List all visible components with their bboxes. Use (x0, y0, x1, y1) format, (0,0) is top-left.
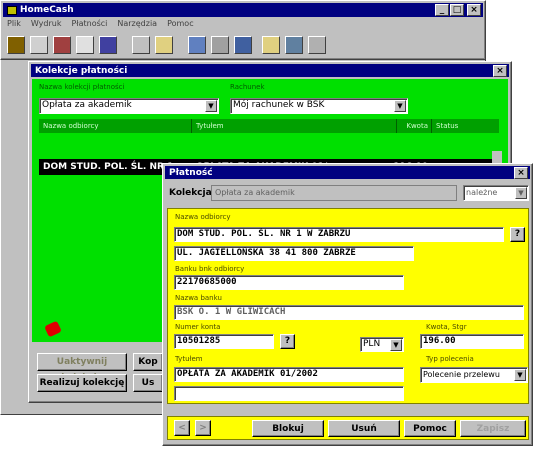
platnosc-titlebar[interactable]: Płatność × (165, 166, 530, 179)
close-button[interactable]: × (467, 4, 481, 16)
tool-documents-icon[interactable] (30, 36, 48, 54)
menu-wydruk[interactable]: Wydruk (31, 19, 62, 28)
nazwa-kolekcji-label: Nazwa kolekcji płatności (39, 83, 125, 91)
chevron-down-icon[interactable]: ▼ (205, 100, 217, 112)
tool-blank-icon[interactable] (132, 36, 150, 54)
kopiuj-button[interactable]: Kop (133, 353, 163, 371)
rachunek-value: Mój rachunek w BSK (233, 100, 325, 110)
typ-polecenia-select[interactable]: Polecenie przelewu ▼ (420, 367, 528, 383)
nazwa-odbiorcy-line2[interactable]: UL. JAGIELLOŃSKA 38 41 800 ZABRZE (174, 246, 414, 261)
chevron-down-icon[interactable]: ▼ (514, 369, 526, 381)
tool-screen-icon[interactable] (99, 36, 117, 54)
tool-print-icon[interactable] (188, 36, 206, 54)
numer-konta-field[interactable]: 10501285 (174, 334, 274, 349)
tytulem-label: Tytułem (175, 355, 203, 363)
menu-platnosci[interactable]: Płatności (71, 19, 107, 28)
col-nazwa-odbiorcy[interactable]: Nazwa odbiorcy (39, 119, 192, 133)
col-tytulem[interactable]: Tytułem (192, 119, 397, 133)
tool-table-icon[interactable] (53, 36, 71, 54)
menu-pomoc[interactable]: Pomoc (167, 19, 194, 28)
status-value: należne (466, 188, 498, 197)
main-window: HomeCash _ □ × Plik Wydruk Płatności Nar… (0, 0, 486, 60)
platnosc-yellow-panel: Nazwa odbiorcy DOM STUD. POL. ŚL. NR 1 W… (167, 208, 529, 404)
main-titlebar[interactable]: HomeCash _ □ × (3, 3, 483, 17)
platnosc-window: Płatność × Kolekcja Opłata za akademik n… (162, 163, 533, 446)
kolekcje-close-button[interactable]: × (493, 64, 507, 77)
tool-card-icon[interactable] (262, 36, 280, 54)
nazwa-banku-label: Nazwa banku (175, 294, 222, 302)
bank-label: Banku bnk odbiorcy (175, 265, 245, 273)
platnosc-title: Płatność (169, 167, 213, 178)
typ-polecenia-label: Typ polecenia (426, 355, 474, 363)
nazwa-kolekcji-value: Opłata za akademik (42, 100, 132, 110)
nazwa-banku-field[interactable]: BSK O. 1 W GLIWICACH (174, 305, 524, 320)
realizuj-kolekcje-button[interactable]: Realizuj kolekcję (37, 374, 127, 392)
nazwa-odbiorcy-label: Nazwa odbiorcy (175, 213, 231, 221)
chevron-down-icon[interactable]: ▼ (390, 339, 402, 351)
kwota-label: Kwota, Stgr (426, 323, 467, 331)
paint-bucket-icon (44, 320, 62, 338)
nazwa-kolekcji-select[interactable]: Opłata za akademik ▼ (39, 98, 219, 114)
col-kwota[interactable]: Kwota (397, 119, 432, 133)
prev-button[interactable]: < (174, 420, 190, 436)
menu-narzedzia[interactable]: Narzędzia (117, 19, 157, 28)
tytulem-field[interactable]: OPŁATA ZA AKADEMIK 01/2002 (174, 367, 404, 382)
tool-accounts-icon[interactable] (7, 36, 25, 54)
platnosc-button-bar: < > Blokuj Usuń Pomoc Zapisz (167, 416, 529, 440)
kolekcje-title: Kolekcje płatności (35, 65, 128, 76)
chevron-down-icon[interactable]: ▼ (394, 100, 406, 112)
next-button[interactable]: > (195, 420, 211, 436)
rachunek-label: Rachunek (230, 83, 265, 91)
kolekcja-value: Opłata za akademik (215, 188, 295, 197)
kolekcja-field: Opłata za akademik (211, 185, 457, 201)
menu-plik[interactable]: Plik (7, 19, 21, 28)
table-header: Nazwa odbiorcy Tytułem Kwota Status (39, 119, 499, 133)
rachunek-select[interactable]: Mój rachunek w BSK ▼ (230, 98, 408, 114)
tool-book-icon[interactable] (285, 36, 303, 54)
odbiorca-help-button[interactable]: ? (510, 227, 525, 242)
typ-polecenia-value: Polecenie przelewu (423, 370, 500, 379)
pomoc-button[interactable]: Pomoc (404, 420, 456, 437)
app-icon (7, 5, 17, 15)
tool-chart-icon[interactable] (76, 36, 94, 54)
tytulem-line2[interactable] (174, 386, 404, 401)
main-title: HomeCash (20, 5, 74, 15)
bank-field[interactable]: 22170685000 (174, 275, 404, 290)
tool-calc-icon[interactable] (211, 36, 229, 54)
waluta-value: PLN (363, 339, 381, 349)
usun-kolekcje-button[interactable]: Us (133, 374, 163, 392)
tool-people-icon[interactable] (234, 36, 252, 54)
konto-help-button[interactable]: ? (280, 334, 295, 349)
nazwa-odbiorcy-line1[interactable]: DOM STUD. POL. ŚL. NR 1 W ZABRZU (174, 227, 504, 242)
menu-bar: Plik Wydruk Płatności Narzędzia Pomoc (7, 19, 194, 28)
maximize-button[interactable]: □ (450, 4, 464, 16)
status-select[interactable]: należne ▼ (463, 185, 529, 201)
zapisz-button[interactable]: Zapisz (460, 420, 526, 437)
platnosc-close-button[interactable]: × (514, 166, 528, 179)
tool-list-icon[interactable] (155, 36, 173, 54)
blokuj-button[interactable]: Blokuj (252, 420, 324, 437)
waluta-select[interactable]: PLN ▼ (360, 337, 404, 352)
col-status[interactable]: Status (432, 119, 492, 133)
kolekcja-label: Kolekcja (169, 188, 212, 198)
minimize-button[interactable]: _ (435, 4, 449, 16)
uaktywnij-kolekcje-button[interactable]: Uaktywnij kolekcję (37, 353, 127, 383)
kolekcje-titlebar[interactable]: Kolekcje płatności × (31, 64, 509, 77)
usun-button[interactable]: Usuń (328, 420, 400, 437)
chevron-down-icon[interactable]: ▼ (515, 187, 527, 199)
tool-printer-icon[interactable] (308, 36, 326, 54)
kwota-field[interactable]: 196.00 (420, 334, 524, 349)
numer-konta-label: Numer konta (175, 323, 221, 331)
